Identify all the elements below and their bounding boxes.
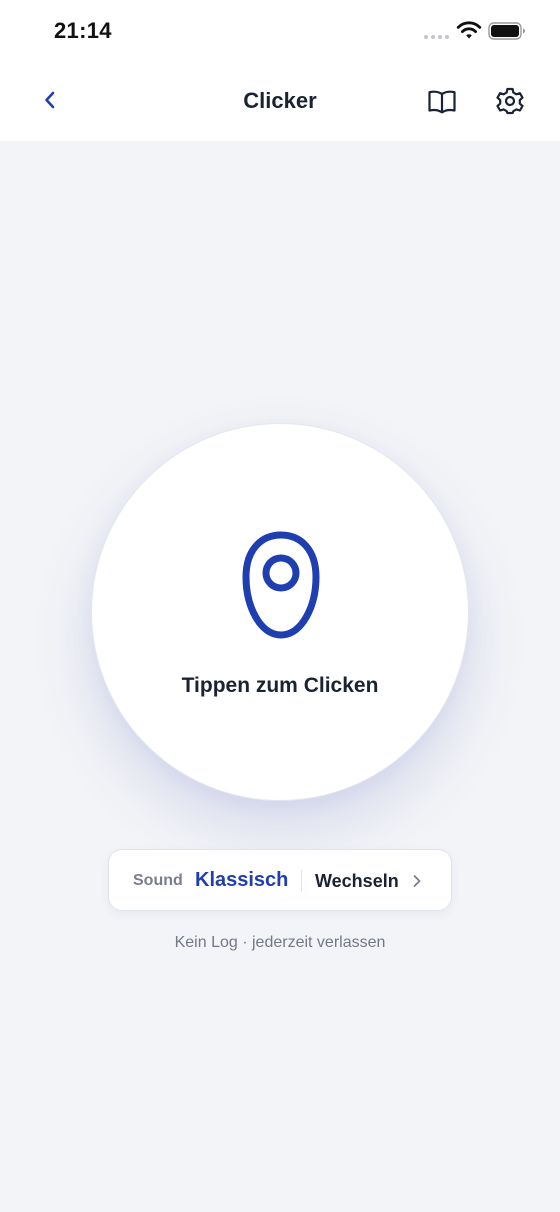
switch-sound-label: Wechseln: [315, 871, 399, 891]
chevron-right-icon: [413, 875, 421, 887]
gear-icon: [496, 87, 524, 115]
sound-label: Sound: [133, 872, 183, 889]
status-time: 21:14: [54, 18, 112, 43]
page-title: Clicker: [243, 88, 317, 113]
sound-value: Klassisch: [195, 869, 289, 891]
privacy-note: Kein Log · jederzeit verlassen: [174, 934, 386, 951]
clicker-button[interactable]: Tippen zum Clicken: [91, 423, 469, 801]
battery-icon: [488, 22, 525, 40]
guide-button[interactable]: [426, 86, 458, 118]
book-open-icon: [428, 90, 456, 114]
clicker-device-icon: [242, 531, 320, 639]
navigation-bar: Clicker: [0, 64, 560, 141]
switch-sound-button[interactable]: Wechseln: [315, 850, 435, 910]
sound-selector: Sound Klassisch Wechseln: [108, 849, 452, 911]
status-bar: 21:14: [0, 0, 560, 64]
sound-divider: [301, 870, 302, 892]
wifi-icon: [456, 21, 482, 39]
signal-dots-icon: [424, 35, 449, 39]
clicker-label: Tippen zum Clicken: [181, 674, 379, 697]
settings-button[interactable]: [494, 85, 526, 117]
